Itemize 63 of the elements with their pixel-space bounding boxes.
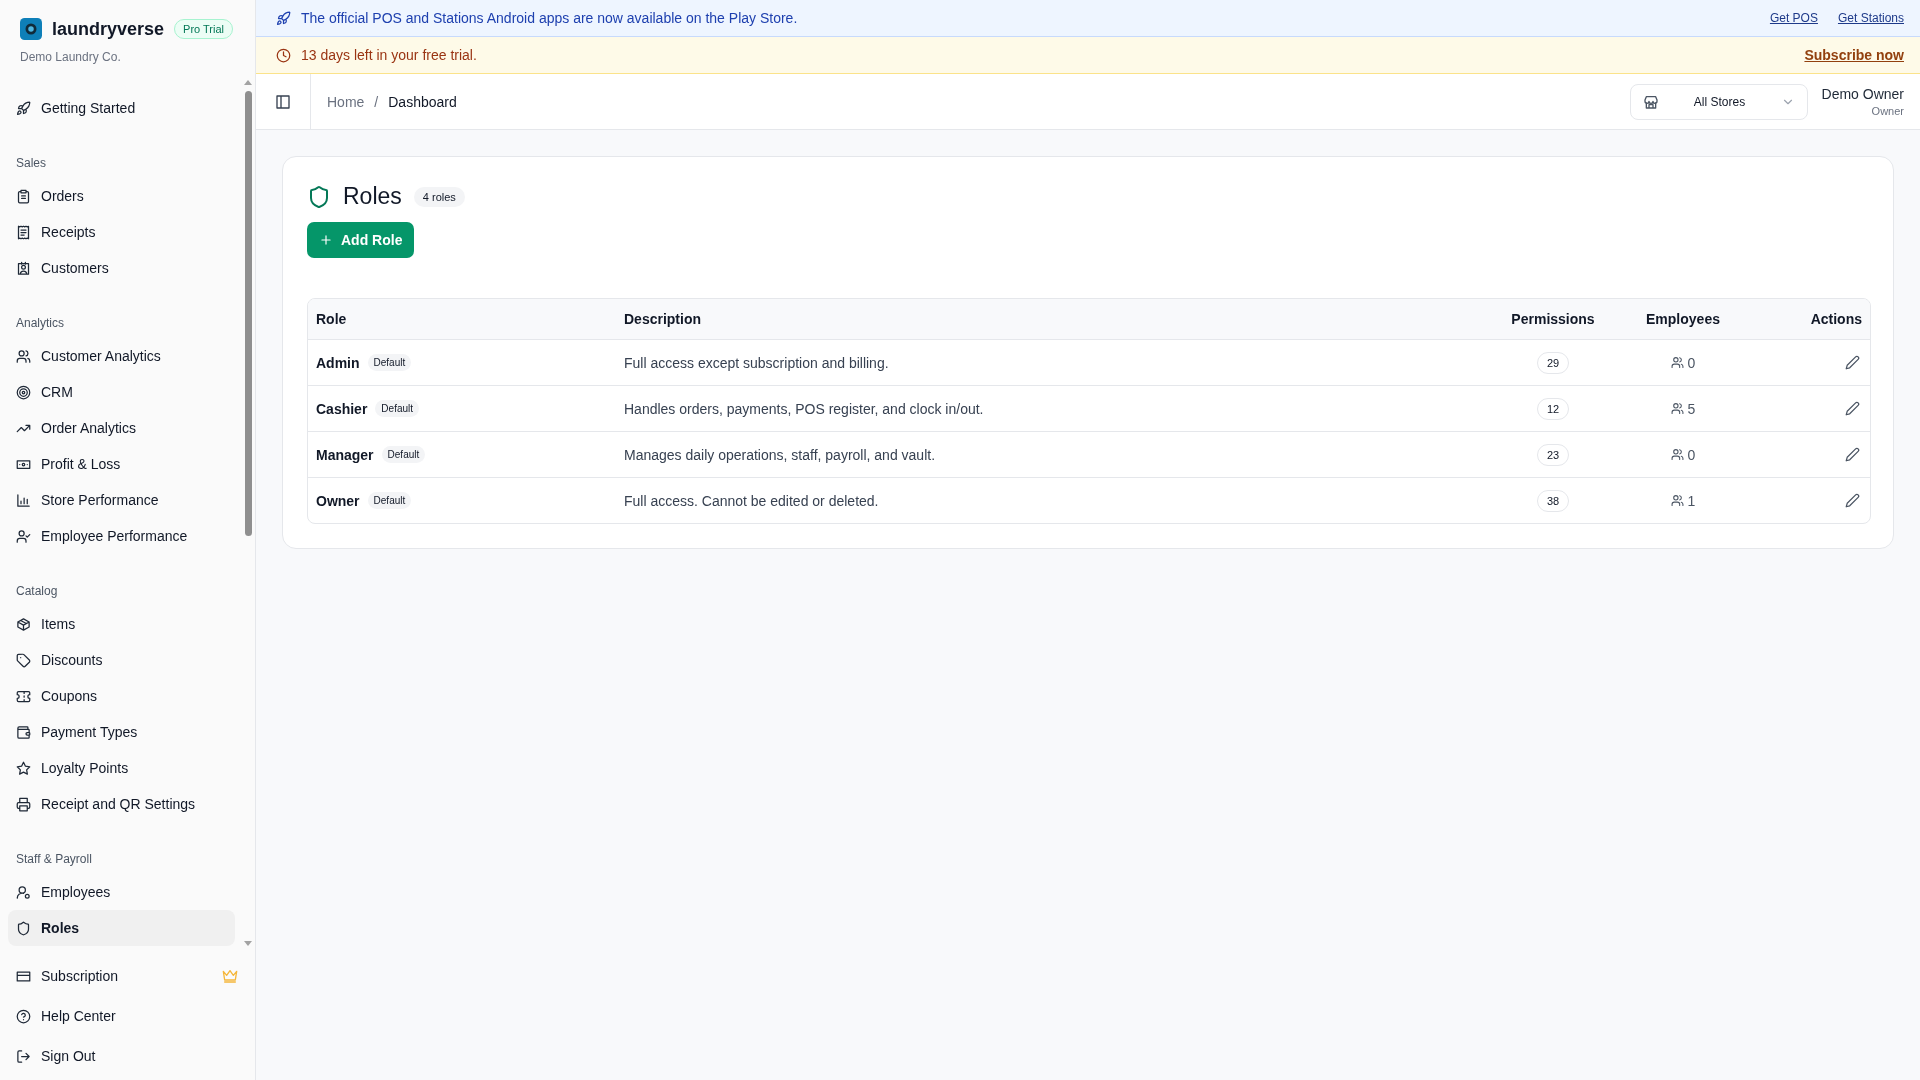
nav-item[interactable]: Employees [8, 874, 235, 910]
breadcrumb-separator: / [374, 93, 379, 110]
organization-name: Demo Laundry Co. [20, 50, 122, 64]
section-label: Analytics [15, 316, 66, 332]
default-badge: Default [381, 446, 426, 463]
role-name: Admin [316, 354, 360, 371]
nav-item[interactable]: Customer Analytics [8, 338, 235, 374]
trial-text: 13 days left in your free trial. [301, 47, 478, 63]
nav-item[interactable]: Subscription [8, 958, 247, 994]
section-label: Staff & Payroll [15, 852, 93, 868]
section-label: Catalog [15, 584, 59, 600]
default-badge: Default [367, 492, 412, 509]
role-name: Manager [316, 446, 374, 463]
employee-count: 0 [1687, 446, 1696, 463]
section-label: Sales [15, 156, 48, 172]
column-header: Description [623, 311, 702, 327]
nav-item[interactable]: Loyalty Points [8, 750, 235, 786]
column-header: Employees [1645, 311, 1721, 327]
user-role: Owner [1871, 105, 1904, 117]
add-role-button[interactable]: Add Role [307, 222, 415, 258]
breadcrumb-link[interactable]: Home [327, 93, 365, 110]
nav-item[interactable]: Store Performance [8, 482, 235, 518]
nav-item[interactable]: CRM [8, 374, 235, 410]
nav-item[interactable]: Customers [8, 250, 235, 286]
count-badge: 4 roles [413, 186, 465, 207]
nav-item[interactable]: Help Center [8, 998, 247, 1034]
user-name: Demo Owner [1821, 86, 1904, 102]
role-description: Full access. Cannot be edited or deleted. [623, 492, 880, 509]
nav-item[interactable]: Getting Started [8, 90, 235, 126]
nav-item[interactable]: Employee Performance [8, 518, 235, 554]
default-badge: Default [375, 400, 420, 417]
role-description: Full access except subscription and billing. [623, 354, 890, 371]
column-header: Permissions [1510, 311, 1596, 327]
plan-badge: Pro Trial [174, 19, 234, 39]
role-description: Handles orders, payments, POS register, and clock in/out. [623, 400, 985, 417]
announcement-text: The official POS and Stations Android apps are now available on the Play Store. [301, 10, 799, 26]
nav-item[interactable]: Receipt and QR Settings [8, 786, 235, 822]
role-name: Cashier [316, 400, 368, 417]
nav-item[interactable]: Coupons [8, 678, 235, 714]
store-select[interactable]: All Stores [1629, 83, 1808, 120]
employee-count: 1 [1687, 492, 1696, 509]
default-badge: Default [367, 354, 412, 371]
column-header: Role [315, 311, 348, 327]
nav-item[interactable]: Sign Out [8, 1038, 247, 1074]
role-description: Manages daily operations, staff, payroll, and vault. [623, 446, 937, 463]
subscribe-link[interactable]: Subscribe now [1804, 47, 1904, 63]
nav-item[interactable]: Payment Types [8, 714, 235, 750]
nav-item[interactable]: Receipts [8, 214, 235, 250]
banner-link[interactable]: Get POS [1769, 11, 1818, 25]
column-header: Actions [1809, 311, 1863, 327]
employee-count: 0 [1687, 354, 1696, 371]
nav-item[interactable]: Profit & Loss [8, 446, 235, 482]
nav-item[interactable]: Items [8, 606, 235, 642]
employee-count: 5 [1687, 400, 1696, 417]
role-name: Owner [316, 492, 360, 509]
nav-item[interactable]: Orders [8, 178, 235, 214]
breadcrumb-link[interactable]: Dashboard [388, 93, 457, 110]
nav-item[interactable]: Order Analytics [8, 410, 235, 446]
banner-link[interactable]: Get Stations [1837, 11, 1904, 25]
nav-item[interactable]: Roles [8, 910, 235, 946]
brand-name: laundryverse [52, 18, 165, 40]
page-title: Roles [343, 183, 402, 210]
nav-item[interactable]: Discounts [8, 642, 235, 678]
